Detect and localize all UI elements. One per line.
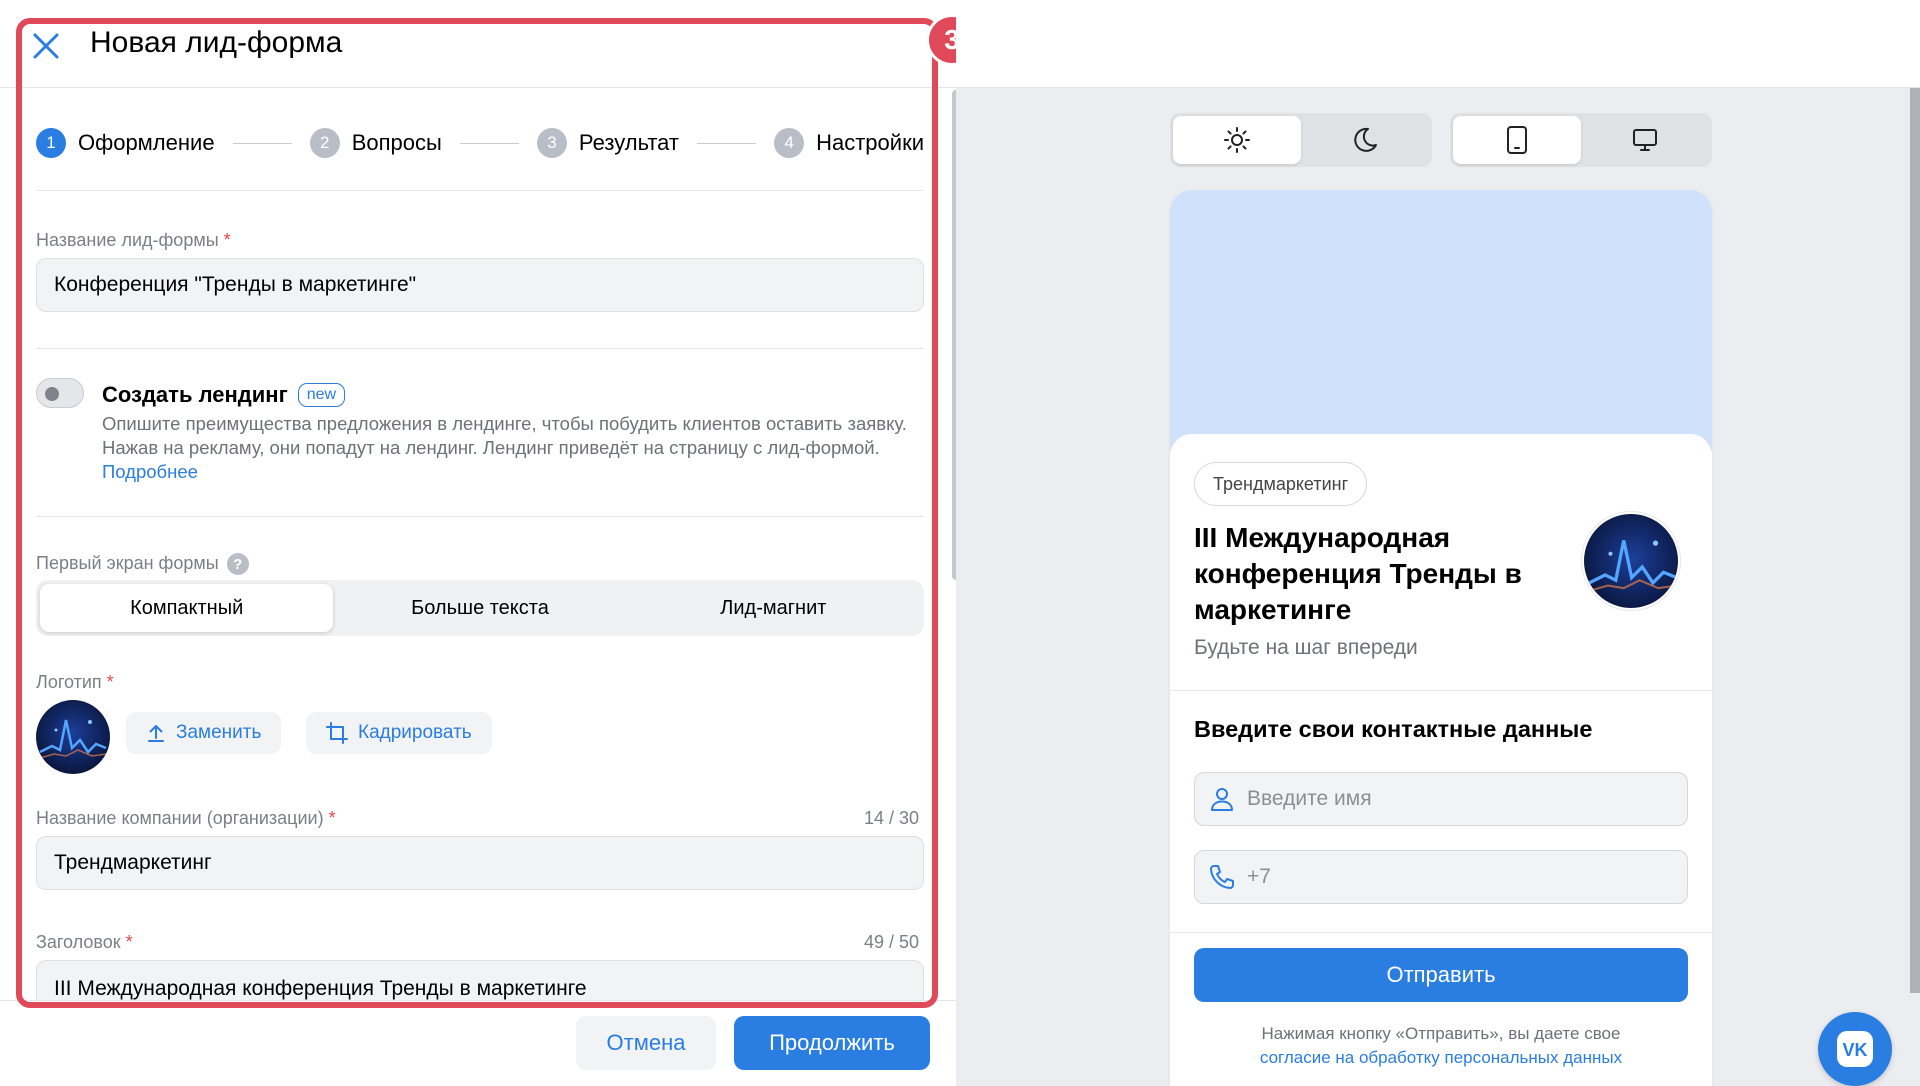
mobile-preview-button[interactable]: [1453, 116, 1581, 164]
required-mark: *: [223, 230, 231, 250]
step-design[interactable]: 1 Оформление: [36, 128, 215, 158]
sun-icon: [1224, 127, 1250, 153]
company-chip: Трендмаркетинг: [1194, 462, 1368, 506]
new-badge: new: [297, 383, 346, 407]
crop-icon: [326, 722, 348, 744]
step-label: Настройки: [816, 130, 924, 155]
step-number: 1: [36, 128, 66, 158]
first-screen-label-text: Первый экран формы: [36, 553, 219, 573]
step-number: 4: [774, 128, 805, 158]
upload-icon: [148, 725, 164, 742]
first-screen-label: Первый экран формы?: [36, 553, 249, 576]
step-label: Результат: [578, 130, 679, 155]
step-label: Оформление: [78, 130, 215, 155]
step-result[interactable]: 3 Результат: [536, 128, 679, 158]
help-icon[interactable]: ?: [226, 553, 249, 576]
required-mark: *: [106, 672, 114, 692]
required-mark: *: [328, 808, 336, 828]
replace-logo-button[interactable]: Заменить: [126, 712, 282, 754]
step-connector: [696, 142, 757, 144]
divider: [1170, 932, 1712, 933]
preview-logo: [1582, 512, 1680, 610]
svg-text:VK: VK: [1842, 1040, 1867, 1060]
cancel-button[interactable]: Отмена: [576, 1016, 716, 1070]
phone-call-icon: [1210, 865, 1234, 889]
create-landing-toggle[interactable]: [36, 378, 84, 408]
user-icon: [1211, 788, 1233, 811]
company-name-input[interactable]: Трендмаркетинг: [36, 836, 924, 890]
preview-subtitle: Будьте на шаг впереди: [1194, 636, 1418, 659]
option-compact[interactable]: Компактный: [40, 584, 334, 632]
step-number: 2: [309, 128, 340, 158]
divider: [36, 348, 924, 349]
preview-top-bar: [956, 0, 1920, 88]
headline-input[interactable]: III Международная конференция Тренды в м…: [36, 960, 924, 1000]
logo-label: Логотип *: [36, 672, 114, 693]
divider: [36, 190, 924, 191]
replace-logo-label: Заменить: [176, 722, 262, 743]
required-mark: *: [125, 932, 133, 952]
create-landing-description: Опишите преимущества предложения в ленди…: [102, 412, 922, 484]
more-link[interactable]: Подробнее: [102, 461, 198, 482]
name-input[interactable]: Введите имя: [1194, 772, 1688, 826]
consent-link[interactable]: согласие на обработку персональных данны…: [1260, 1048, 1622, 1067]
contact-heading: Введите свои контактные данные: [1194, 716, 1593, 742]
option-more-text[interactable]: Больше текста: [333, 584, 626, 632]
form-name-label: Название лид-формы *: [36, 230, 231, 251]
desktop-icon: [1633, 129, 1657, 151]
mobile-preview: Трендмаркетинг III Международная конфере…: [1170, 190, 1712, 1086]
company-label-text: Название компании (организации): [36, 808, 324, 828]
step-settings[interactable]: 4 Настройки: [774, 128, 924, 158]
page-title: Новая лид-форма: [90, 26, 343, 59]
step-connector: [232, 142, 292, 144]
step-label: Вопросы: [351, 130, 442, 155]
form-name-input[interactable]: Конференция "Тренды в маркетинге": [36, 258, 924, 312]
toggle-knob: [45, 387, 59, 401]
form-name-label-text: Название лид-формы: [36, 230, 219, 250]
logo-image: [36, 700, 110, 774]
name-placeholder: Введите имя: [1247, 787, 1372, 810]
create-landing-title: Создать лендинг new: [102, 382, 346, 408]
step-questions[interactable]: 2 Вопросы: [309, 128, 442, 158]
phone-placeholder: +7: [1247, 865, 1271, 888]
step-number: 3: [536, 128, 567, 158]
consent-note: Нажимая кнопку «Отправить», вы даете сво…: [1194, 1022, 1688, 1070]
submit-button[interactable]: Отправить: [1194, 948, 1688, 1002]
option-lead-magnet[interactable]: Лид-магнит: [627, 584, 920, 632]
headline-char-counter: 49 / 50: [864, 932, 920, 952]
crop-logo-button[interactable]: Кадрировать: [306, 712, 492, 754]
headline-label: Заголовок *: [36, 932, 133, 953]
preview-title: III Международная конференция Тренды в м…: [1194, 522, 1522, 625]
consent-text: Нажимая кнопку «Отправить», вы даете сво…: [1261, 1024, 1621, 1043]
lead-form-editor: Новая лид-форма 1 Оформление 2 Вопросы 3…: [0, 0, 978, 1086]
create-landing-title-text: Создать лендинг: [102, 382, 288, 407]
editor-header: Новая лид-форма: [0, 0, 956, 88]
continue-button[interactable]: Продолжить: [734, 1016, 930, 1070]
dark-theme-button[interactable]: [1301, 116, 1429, 164]
close-button[interactable]: [26, 26, 66, 66]
preview-scrollbar[interactable]: [1910, 88, 1920, 993]
phone-icon: [1507, 126, 1527, 154]
landing-description-text: Опишите преимущества предложения в ленди…: [102, 413, 907, 458]
stepper: 1 Оформление 2 Вопросы 3 Результат 4 Нас…: [36, 122, 924, 164]
phone-input[interactable]: +7: [1194, 850, 1688, 904]
light-theme-button[interactable]: [1173, 116, 1301, 164]
crop-logo-label: Кадрировать: [358, 722, 472, 743]
vk-help-button[interactable]: VK: [1818, 1012, 1892, 1086]
desktop-preview-button[interactable]: [1581, 116, 1709, 164]
first-screen-selector: Компактный Больше текста Лид-магнит: [36, 580, 924, 636]
company-label: Название компании (организации) *: [36, 808, 336, 829]
step-connector: [459, 142, 519, 144]
logo-label-text: Логотип: [36, 672, 102, 692]
headline-label-text: Заголовок: [36, 932, 121, 952]
divider: [36, 516, 924, 517]
vk-logo-icon: VK: [1837, 1031, 1873, 1067]
cover-image: [1170, 190, 1712, 452]
moon-icon: [1354, 127, 1377, 152]
theme-switcher: [1170, 113, 1432, 167]
device-switcher: [1450, 113, 1712, 167]
company-char-counter: 14 / 30: [864, 808, 920, 828]
close-icon: [33, 33, 59, 59]
divider: [1170, 690, 1712, 691]
